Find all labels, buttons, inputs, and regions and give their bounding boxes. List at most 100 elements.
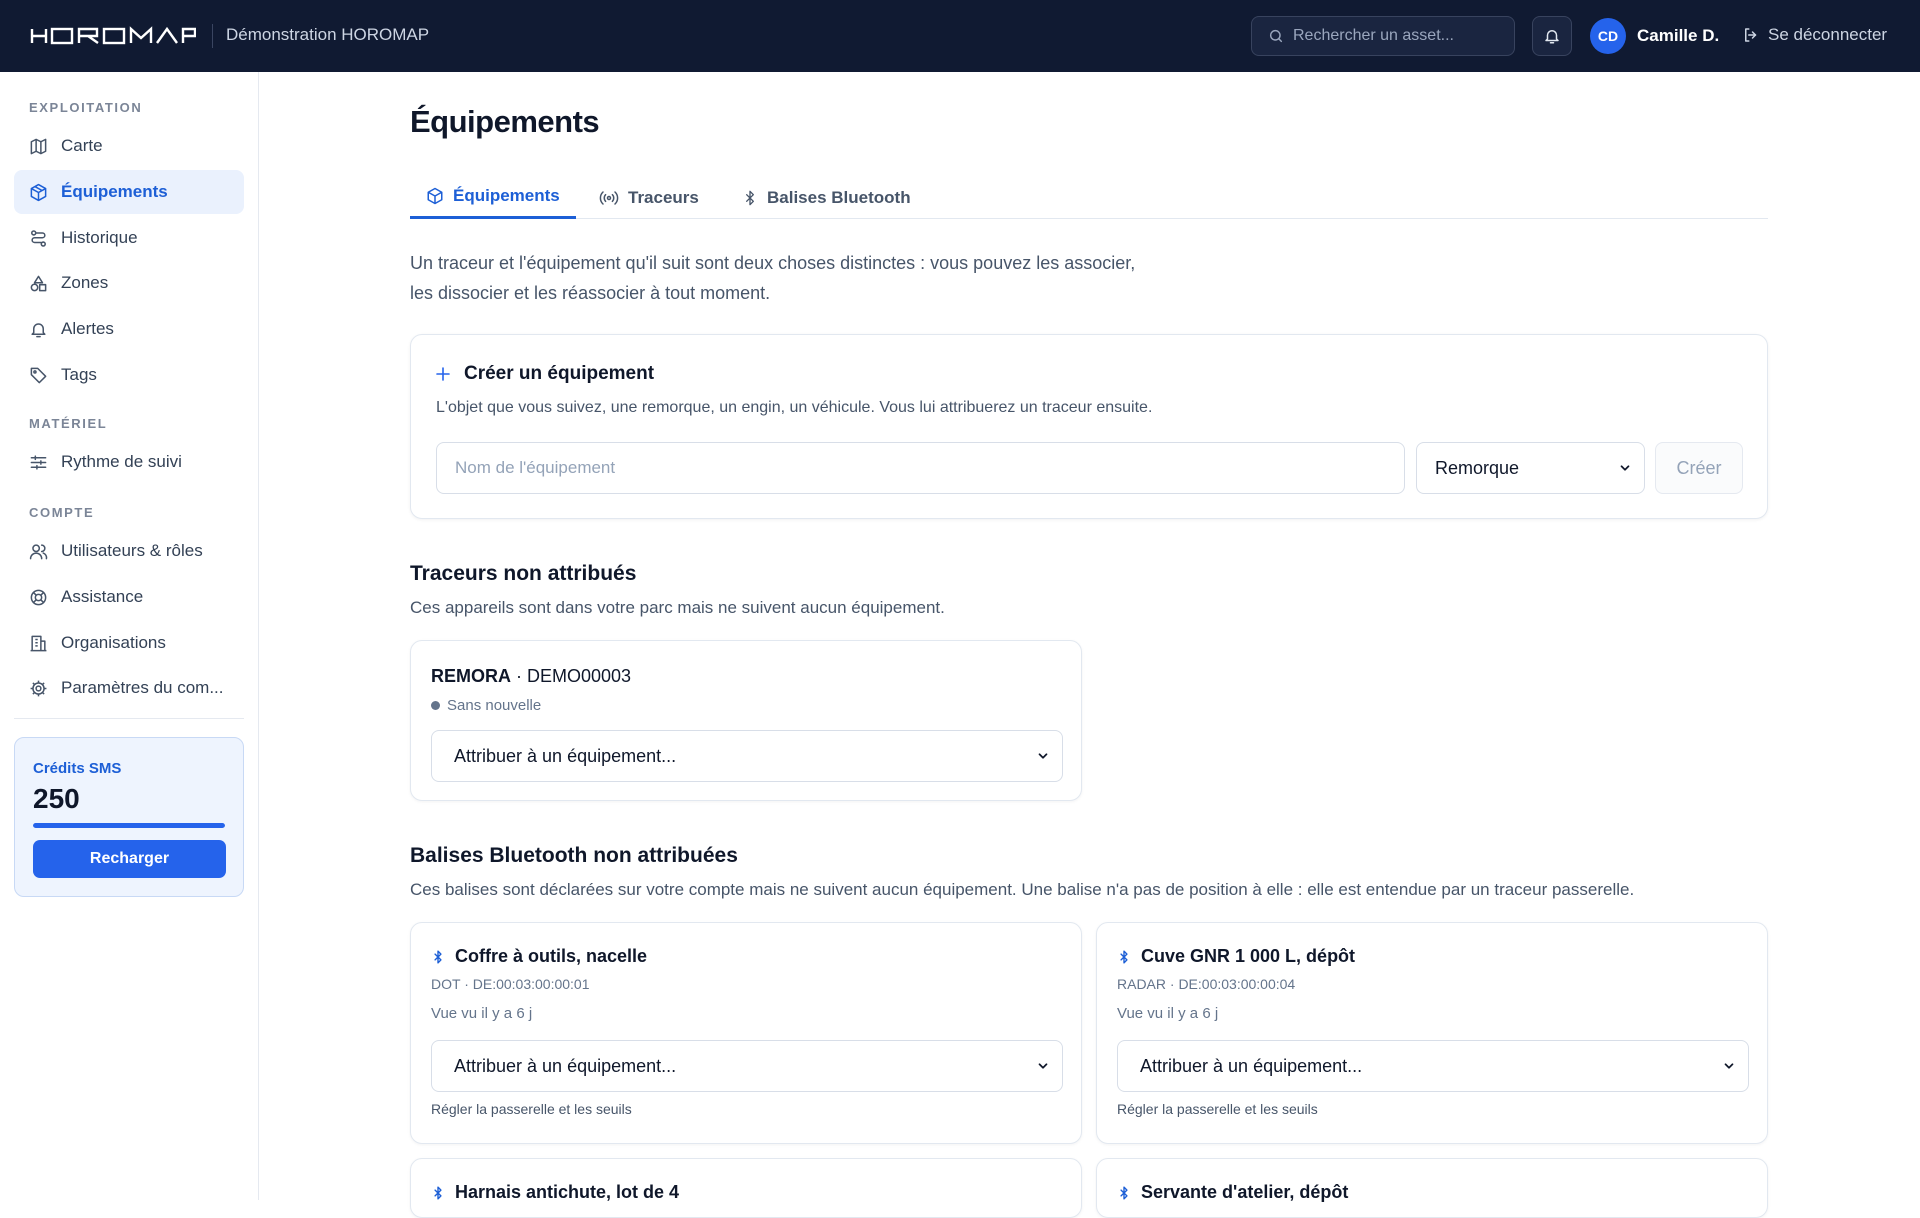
status-dot <box>431 701 440 710</box>
sidebar-section-exploitation: EXPLOITATION <box>29 100 143 115</box>
notifications-button[interactable] <box>1532 16 1572 56</box>
bell-icon <box>1545 30 1559 44</box>
sidebar-item-assistance[interactable]: Assistance <box>14 575 244 619</box>
beacon-last-seen: Vue vu il y a 6 j <box>1117 1005 1219 1022</box>
create-equipment-card: Créer un équipement L'objet que vous sui… <box>410 334 1768 519</box>
organization-name[interactable]: Démonstration HOROMAP <box>226 25 429 45</box>
create-equipment-button[interactable]: Créer <box>1655 442 1743 494</box>
sidebar-item-utilisateurs[interactable]: Utilisateurs & rôles <box>14 529 244 573</box>
sms-credits-title: Crédits SMS <box>33 760 122 777</box>
create-equipment-title: Créer un équipement <box>435 363 654 385</box>
sidebar-item-label: Utilisateurs & rôles <box>61 541 203 560</box>
intro-text: Un traceur et l'équipement qu'il suit so… <box>410 248 1230 308</box>
sidebar-item-equipements[interactable]: Équipements <box>14 170 244 214</box>
assign-equipment-select[interactable]: Attribuer à un équipement... <box>431 1040 1063 1092</box>
beacon-name: Coffre à outils, nacelle <box>455 946 648 966</box>
broadcast-icon <box>599 190 619 205</box>
gear-icon <box>30 680 47 696</box>
shapes-icon <box>30 275 47 291</box>
bluetooth-icon <box>746 190 754 205</box>
beacon-card: Servante d'atelier, dépôt <box>1096 1158 1768 1218</box>
tab-label: Équipements <box>453 186 560 205</box>
box-icon <box>427 187 443 205</box>
sidebar-item-label: Zones <box>61 273 109 292</box>
assign-equipment-placeholder: Attribuer à un équipement... <box>1140 1055 1363 1076</box>
gateway-settings-link[interactable]: Régler la passerelle et les seuils <box>431 1101 632 1117</box>
users-icon <box>29 543 48 559</box>
sidebar-item-rythme-de-suivi[interactable]: Rythme de suivi <box>14 440 244 484</box>
sidebar-item-label: Historique <box>61 228 138 247</box>
beacon-meta: DOT · DE:00:03:00:00:01 <box>431 976 590 992</box>
sidebar-item-organisations[interactable]: Organisations <box>14 621 244 665</box>
tab-equipements[interactable]: Équipements <box>410 176 576 219</box>
sidebar-item-label: Assistance <box>61 587 144 606</box>
sidebar-item-zones[interactable]: Zones <box>14 261 244 305</box>
tracker-status-label: Sans nouvelle <box>447 697 542 714</box>
intro-line: Un traceur et l'équipement qu'il suit so… <box>410 253 1136 273</box>
tracker-serial: DEMO00003 <box>527 666 632 686</box>
sidebar-divider <box>14 718 244 719</box>
unassigned-beacons-description: Ces balises sont déclarées sur votre com… <box>410 880 1635 899</box>
beacon-title: Cuve GNR 1 000 L, dépôt <box>1117 946 1355 967</box>
sms-credits-bar <box>33 823 225 828</box>
sidebar-item-label: Alertes <box>61 319 114 338</box>
search-icon <box>1269 29 1283 43</box>
create-equipment-description: L'objet que vous suivez, une remorque, u… <box>436 399 1153 416</box>
sidebar-item-label: Organisations <box>61 633 166 652</box>
unassigned-trackers-description: Ces appareils sont dans votre parc mais … <box>410 598 945 617</box>
map-icon <box>30 138 47 154</box>
assign-equipment-placeholder: Attribuer à un équipement... <box>454 745 677 766</box>
sidebar-item-alertes[interactable]: Alertes <box>14 307 244 351</box>
sidebar-item-parametres[interactable]: Paramètres du com... <box>14 666 244 710</box>
sidebar-item-label: Équipements <box>61 182 168 201</box>
tracker-model: REMORA <box>431 666 511 686</box>
tab-bar: Équipements Traceurs Balises Bluetooth <box>410 176 1768 219</box>
sidebar-item-tags[interactable]: Tags <box>14 353 244 397</box>
tracker-identifier: REMORA · DEMO00003 <box>431 666 632 686</box>
lifebuoy-icon <box>30 589 47 605</box>
user-name[interactable]: Camille D. <box>1637 26 1719 46</box>
horomap-logo[interactable] <box>30 26 196 46</box>
beacon-card: Cuve GNR 1 000 L, dépôt RADAR · DE:00:03… <box>1096 922 1768 1144</box>
plus-icon <box>436 367 450 381</box>
search-input[interactable] <box>1293 27 1493 45</box>
top-bar: Démonstration HOROMAP CD Camille D. Se d… <box>0 0 1920 72</box>
assign-equipment-select[interactable]: Attribuer à un équipement... <box>1117 1040 1749 1092</box>
beacon-last-seen: Vue vu il y a 6 j <box>431 1005 533 1022</box>
tab-traceurs[interactable]: Traceurs <box>583 176 715 219</box>
search-box[interactable] <box>1251 16 1515 56</box>
equipment-type-value: Remorque <box>1435 457 1520 478</box>
chevron-down-icon <box>1038 1063 1048 1069</box>
sidebar-item-historique[interactable]: Historique <box>14 216 244 260</box>
sidebar-item-label: Tags <box>61 365 97 384</box>
sms-credits-card: Crédits SMS 250 Recharger <box>14 737 244 897</box>
avatar[interactable]: CD <box>1590 18 1626 54</box>
assign-equipment-select[interactable]: Attribuer à un équipement... <box>431 730 1063 782</box>
logo-divider <box>212 24 213 48</box>
tracker-card: REMORA · DEMO00003 Sans nouvelle Attribu… <box>410 640 1082 801</box>
beacon-meta: RADAR · DE:00:03:00:00:04 <box>1117 976 1296 992</box>
equipment-name-input[interactable] <box>436 442 1405 494</box>
route-icon <box>31 229 46 247</box>
sidebar-section-materiel: MATÉRIEL <box>29 416 108 431</box>
sidebar-item-carte[interactable]: Carte <box>14 124 244 168</box>
bluetooth-icon <box>1120 949 1128 964</box>
bell-icon <box>31 322 46 337</box>
bluetooth-icon <box>434 1185 442 1200</box>
sms-credits-value: 250 <box>33 783 80 814</box>
beacon-card: Harnais antichute, lot de 4 <box>410 1158 1082 1218</box>
sms-credits-bar-fill <box>33 823 225 828</box>
bluetooth-icon <box>1120 1185 1128 1200</box>
building-icon <box>30 635 47 651</box>
sidebar-item-label: Carte <box>61 136 103 155</box>
tab-balises-bluetooth[interactable]: Balises Bluetooth <box>726 176 927 219</box>
sidebar-item-label: Rythme de suivi <box>61 452 182 471</box>
assign-equipment-placeholder: Attribuer à un équipement... <box>454 1055 677 1076</box>
logout-label: Se déconnecter <box>1768 25 1888 44</box>
gateway-settings-link[interactable]: Régler la passerelle et les seuils <box>1117 1101 1318 1117</box>
equipment-type-select[interactable]: Remorque <box>1416 442 1645 494</box>
beacon-title: Coffre à outils, nacelle <box>431 946 647 967</box>
logout-button[interactable]: Se déconnecter <box>1742 25 1887 45</box>
page-title: Équipements <box>410 104 600 139</box>
recharge-button[interactable]: Recharger <box>33 840 226 878</box>
